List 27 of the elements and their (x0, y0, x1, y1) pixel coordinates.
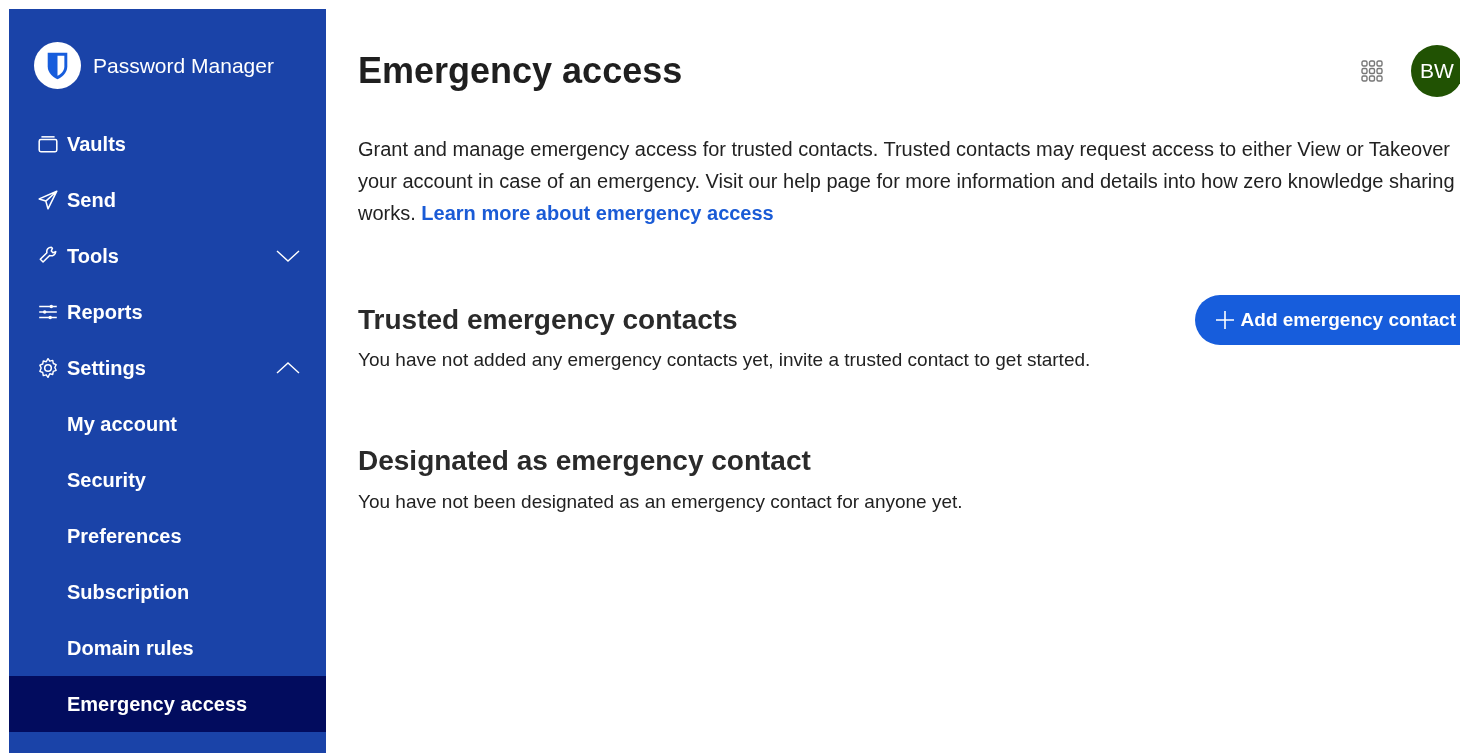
sidebar-item[interactable]: Tools (9, 228, 326, 284)
shield-logo-icon (34, 42, 81, 89)
sidebar-subitem[interactable]: My account (9, 396, 326, 452)
sidebar-subitem[interactable]: Preferences (9, 508, 326, 564)
sidebar-subitem[interactable]: Subscription (9, 564, 326, 620)
product-name: Password Manager (93, 53, 274, 78)
sidebar-subitem[interactable]: Security (9, 452, 326, 508)
sidebar-item[interactable]: Reports (9, 284, 326, 340)
app-grid-icon[interactable] (1361, 60, 1383, 82)
sidebar-subitem[interactable]: Emergency access (9, 676, 326, 732)
learn-more-link[interactable]: Learn more about emergency access (421, 202, 774, 224)
empty-message: You have not been designated as an emergency contact for anyone yet. (358, 491, 964, 513)
plus-icon (1214, 310, 1235, 330)
sidebar-item[interactable]: Send (9, 172, 326, 228)
sidebar-subitem[interactable]: Domain rules (9, 620, 326, 676)
add-contact-button[interactable]: Add emergency contact (1194, 295, 1460, 345)
user-avatar[interactable]: BW (1411, 45, 1460, 97)
sidebar-item[interactable]: Settings (9, 340, 326, 396)
section-heading: Designated as emergency contact (358, 445, 811, 477)
page-title: Emergency access (358, 50, 684, 92)
vault-icon (37, 133, 59, 155)
sidebar-item[interactable]: Vaults (9, 116, 326, 172)
section-heading: Trusted emergency contacts (358, 304, 738, 336)
gear-icon (37, 357, 59, 379)
paper-plane-icon (37, 189, 59, 211)
empty-message: You have not added any emergency contacts yet, invite a trusted contact to get started. (358, 349, 1092, 371)
intro-paragraph: Grant and manage emergency access for trusted contacts. Trusted contacts may request access to either View or Takeover your account in case of an emergency. Visit our help page for more information and details into how zero knowledge sharing works. Learn more about emergency access (358, 137, 1456, 226)
